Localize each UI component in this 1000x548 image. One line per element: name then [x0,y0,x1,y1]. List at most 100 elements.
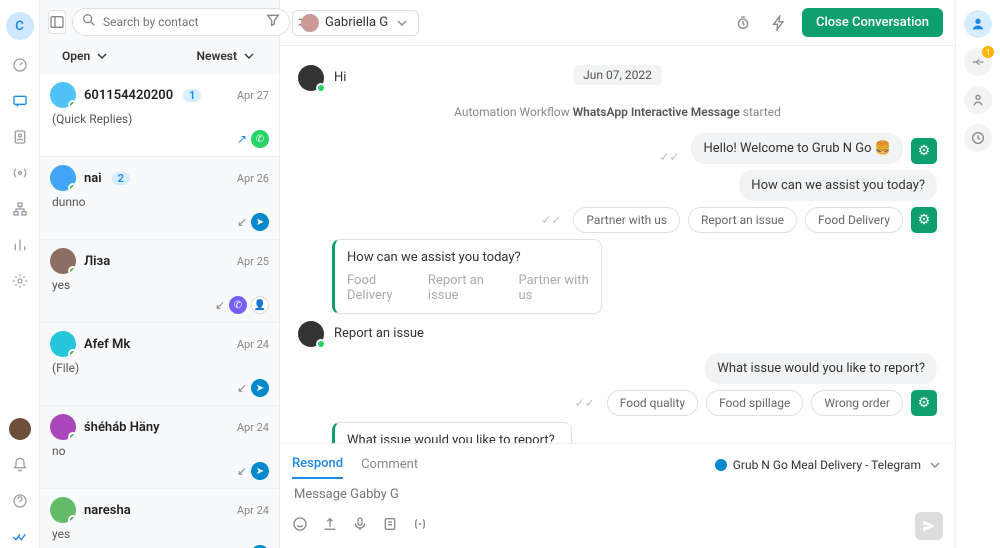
message-bubble: How can we assist you today? [739,170,937,201]
message-row: How can we assist you today? Food Delive… [298,239,937,314]
panel-collapse-icon[interactable] [48,10,66,34]
conversation-date: Apr 26 [237,172,269,185]
variable-icon[interactable] [412,516,428,536]
notifications-icon[interactable] [9,454,31,476]
contact-selector[interactable]: Gabriella G [292,10,419,36]
arrow-out-icon: ↗ [237,132,247,146]
chevron-down-icon [94,48,110,64]
conversation-item[interactable]: nai2Apr 26dunno↙➤ [40,157,279,240]
tab-comment[interactable]: Comment [361,451,418,478]
reports-icon[interactable] [9,234,31,256]
conversation-item[interactable]: 6011544202001Apr 27(Quick Replies)↗✆ [40,74,279,157]
arrow-in-icon: ↙ [237,464,247,478]
whatsapp-icon: ✆ [251,130,269,148]
message-row: How can we assist you today? [298,170,937,201]
rail-icon[interactable] [964,124,992,152]
workspace-avatar[interactable]: C [6,12,34,40]
interactive-question: What issue would you like to report? [347,433,559,443]
conversation-date: Apr 24 [237,421,269,434]
channel-selector[interactable]: Grub N Go Meal Delivery - Telegram [715,457,943,473]
contact-shortcut[interactable] [964,10,992,38]
contact-avatar [50,165,76,191]
emoji-icon[interactable] [292,516,308,536]
quick-reply-chip[interactable]: Partner with us [573,207,680,233]
bolt-icon[interactable] [766,10,792,36]
read-ticks-icon: ✓✓ [575,396,595,410]
right-rail: 1 [956,0,1000,548]
quick-reply-chip[interactable]: Food quality [607,390,698,416]
interactive-option: Report an issue [428,273,501,303]
contact-name: Afef Mk [84,337,130,352]
attachment-icon[interactable] [322,516,338,536]
help-icon[interactable] [9,490,31,512]
contact-avatar [50,414,76,440]
search-input[interactable] [103,15,259,29]
broadcast-icon[interactable] [9,162,31,184]
bot-avatar: ⚙ [911,207,937,233]
inbox-panel: Open Newest 6011544202001Apr 27(Quick Re… [40,0,280,548]
send-button[interactable] [915,512,943,540]
conversation-list[interactable]: 6011544202001Apr 27(Quick Replies)↗✆nai2… [40,74,279,548]
chat-scroll[interactable]: Hi Jun 07, 2022 Automation Workflow What… [280,46,955,443]
chevron-down-icon [927,457,943,473]
conversation-item[interactable]: Afef MkApr 24(File)↙➤ [40,323,279,406]
message-bubble: Hello! Welcome to Grub N Go 🍔 [691,133,903,164]
conversation-item[interactable]: ЛізаApr 25yes↙✆👤 [40,240,279,323]
rail-icon[interactable] [964,86,992,114]
date-chip: Jun 07, 2022 [573,65,662,85]
arrow-in-icon: ↙ [215,298,225,312]
read-ticks-icon: ✓✓ [541,213,561,227]
timer-icon[interactable] [730,10,756,36]
read-ticks-icon: ✓✓ [659,150,679,164]
settings-icon[interactable] [9,270,31,292]
sort-filter[interactable]: Newest [197,48,257,64]
close-conversation-button[interactable]: Close Conversation [802,8,943,37]
contact-avatar [50,497,76,523]
system-message: Automation Workflow WhatsApp Interactive… [298,105,937,119]
quick-reply-chip[interactable]: Food spillage [706,390,803,416]
conversation-preview: no [50,444,269,458]
telegram-icon [715,459,727,471]
conversation-date: Apr 24 [237,338,269,351]
status-filter[interactable]: Open [62,48,110,64]
contact-name: 601154420200 [84,88,173,103]
bot-avatar: ⚙ [911,138,937,164]
interactive-question: How can we assist you today? [347,250,589,265]
checks-icon[interactable] [9,526,31,548]
search-icon [81,12,97,32]
rail-icon[interactable]: 1 [964,48,992,76]
telegram-icon: ➤ [251,213,269,231]
message-bubble: Report an issue [332,320,426,347]
telegram-icon: ➤ [251,379,269,397]
filter-icon[interactable] [265,12,281,32]
message-row: What issue would you like to report? [298,353,937,384]
contact-name: śhéháb Häny [84,420,160,435]
conversation-preview: dunno [50,195,269,209]
chevron-down-icon [241,48,257,64]
chevron-down-icon [394,15,410,31]
conversation-item[interactable]: nareshaApr 24yes↙➤ [40,489,279,548]
arrow-in-icon: ↙ [237,381,247,395]
contacts-icon[interactable] [9,126,31,148]
message-bubble: What issue would you like to report? [705,353,937,384]
snippets-icon[interactable] [382,516,398,536]
agent-avatar[interactable] [9,418,31,440]
message-row: Hi Jun 07, 2022 [298,64,937,91]
interactive-message: What issue would you like to report? Wro… [332,422,572,443]
search-field[interactable] [72,8,290,36]
conversation-preview: yes [50,278,269,292]
workflow-icon[interactable] [9,198,31,220]
quick-reply-chip[interactable]: Report an issue [688,207,797,233]
quick-reply-chip[interactable]: Wrong order [811,390,903,416]
contact-name: Gabriella G [325,15,388,30]
conversation-item[interactable]: śhéháb HänyApr 24no↙➤ [40,406,279,489]
message-input[interactable] [292,479,943,510]
tab-respond[interactable]: Respond [292,450,343,479]
messages-icon[interactable] [9,90,31,112]
microphone-icon[interactable] [352,516,368,536]
dashboard-icon[interactable] [9,54,31,76]
unread-badge: 1 [183,89,201,102]
bot-avatar: ⚙ [911,390,937,416]
arrow-in-icon: ↙ [237,215,247,229]
quick-reply-chip[interactable]: Food Delivery [805,207,903,233]
